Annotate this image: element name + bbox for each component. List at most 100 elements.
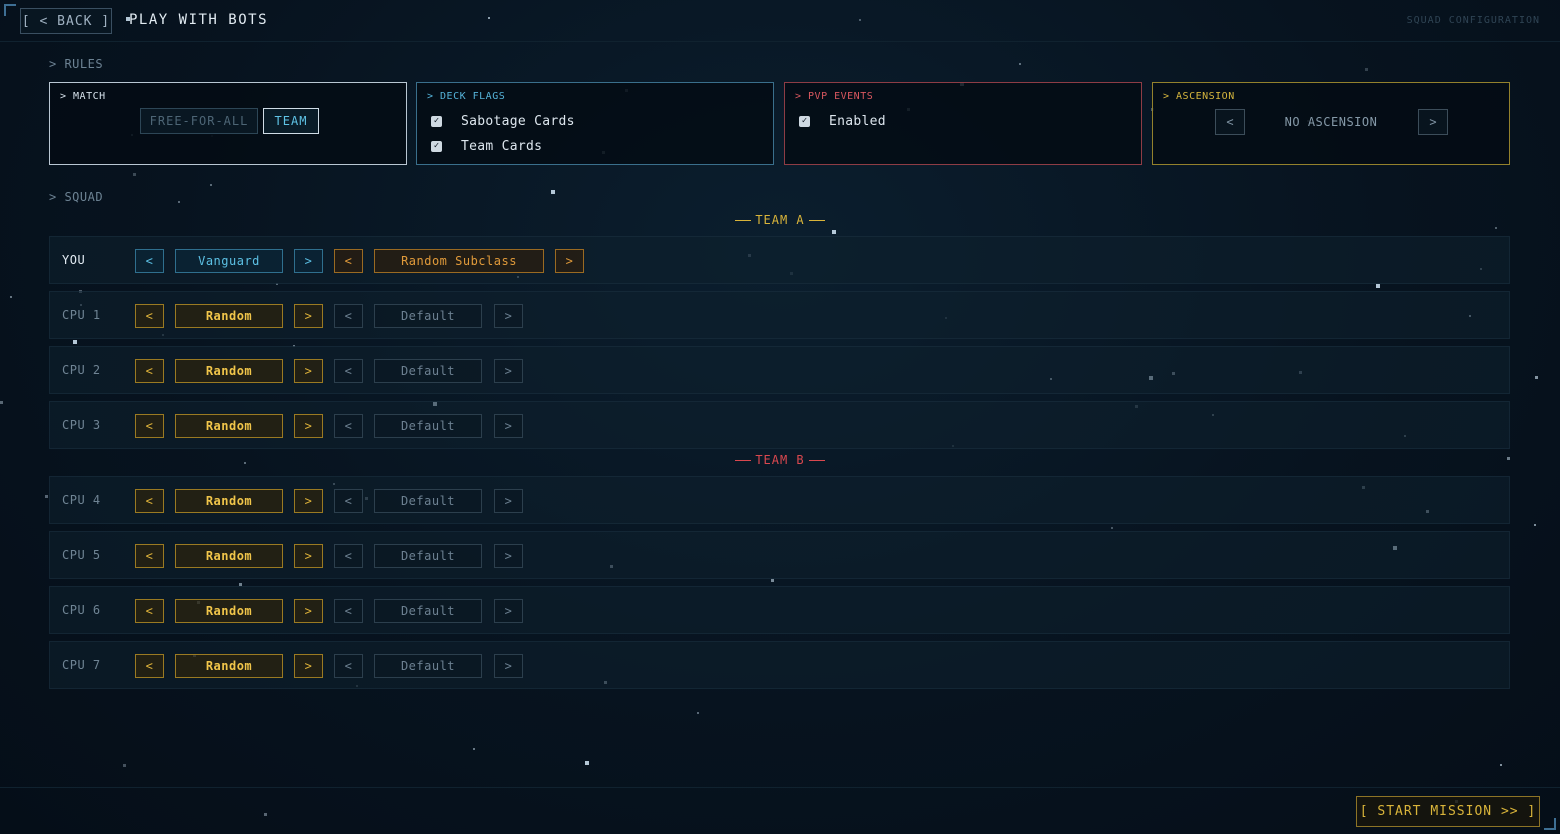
squad-row: CPU 5 < Random > < Default >	[49, 531, 1510, 579]
class-next-button[interactable]: >	[294, 414, 323, 438]
ascension-next-button[interactable]: >	[1418, 109, 1448, 135]
subclass-value: Default	[374, 654, 482, 678]
subclass-value: Default	[374, 544, 482, 568]
subclass-value: Default	[374, 599, 482, 623]
team-header-b: TEAM B	[0, 453, 1560, 467]
top-bar: [ < BACK ] PLAY WITH BOTS SQUAD CONFIGUR…	[0, 0, 1560, 42]
free-for-all-button[interactable]: FREE-FOR-ALL	[140, 108, 258, 134]
subclass-value: Default	[374, 359, 482, 383]
class-prev-button[interactable]: <	[135, 599, 164, 623]
star-dot	[832, 230, 836, 234]
subclass-next-button[interactable]: >	[555, 249, 584, 273]
class-prev-button[interactable]: <	[135, 544, 164, 568]
back-button[interactable]: [ < BACK ]	[20, 8, 112, 34]
player-label: CPU 6	[62, 603, 101, 617]
subclass-next-button[interactable]: >	[494, 359, 523, 383]
class-next-button[interactable]: >	[294, 249, 323, 273]
screen-caption: SQUAD CONFIGURATION	[1406, 15, 1540, 26]
star-dot	[551, 190, 555, 194]
pvp-events-panel-title: > PVP EVENTS	[795, 91, 874, 102]
class-value: Random	[175, 599, 283, 623]
subclass-prev-button[interactable]: <	[334, 414, 363, 438]
star-dot	[210, 184, 212, 186]
class-prev-button[interactable]: <	[135, 304, 164, 328]
team-mode-button[interactable]: TEAM	[263, 108, 319, 134]
class-value: Vanguard	[175, 249, 283, 273]
subclass-prev-button[interactable]: <	[334, 304, 363, 328]
star-dot	[1376, 284, 1380, 288]
squad-row: YOU < Vanguard > < Random Subclass >	[49, 236, 1510, 284]
subclass-prev-button[interactable]: <	[334, 489, 363, 513]
team-cards-label: Team Cards	[461, 138, 543, 154]
class-value: Random	[175, 304, 283, 328]
match-panel: > MATCH FREE-FOR-ALL TEAM	[49, 82, 407, 165]
subclass-value: Default	[374, 414, 482, 438]
pvp-enabled-toggle[interactable]: ✓ Enabled	[799, 112, 886, 130]
star-dot	[123, 764, 126, 767]
checkbox-checked-icon[interactable]: ✓	[431, 140, 442, 152]
subclass-prev-button[interactable]: <	[334, 599, 363, 623]
player-label: CPU 7	[62, 658, 101, 672]
sabotage-cards-toggle[interactable]: ✓ Sabotage Cards	[431, 112, 575, 130]
class-prev-button[interactable]: <	[135, 414, 164, 438]
class-prev-button[interactable]: <	[135, 489, 164, 513]
star-dot	[771, 579, 774, 582]
ascension-prev-button[interactable]: <	[1215, 109, 1245, 135]
class-value: Random	[175, 359, 283, 383]
subclass-next-button[interactable]: >	[494, 304, 523, 328]
ascension-panel-title: > ASCENSION	[1163, 91, 1235, 102]
star-dot	[1019, 63, 1021, 65]
squad-row: CPU 3 < Random > < Default >	[49, 401, 1510, 449]
squad-row: CPU 6 < Random > < Default >	[49, 586, 1510, 634]
star-dot	[697, 712, 699, 714]
player-label: CPU 2	[62, 363, 101, 377]
subclass-prev-button[interactable]: <	[334, 544, 363, 568]
squad-row: CPU 2 < Random > < Default >	[49, 346, 1510, 394]
class-next-button[interactable]: >	[294, 359, 323, 383]
checkbox-checked-icon[interactable]: ✓	[799, 115, 810, 127]
subclass-value: Random Subclass	[374, 249, 544, 273]
subclass-next-button[interactable]: >	[494, 414, 523, 438]
subclass-prev-button[interactable]: <	[334, 359, 363, 383]
class-prev-button[interactable]: <	[135, 654, 164, 678]
class-prev-button[interactable]: <	[135, 249, 164, 273]
class-next-button[interactable]: >	[294, 599, 323, 623]
class-next-button[interactable]: >	[294, 489, 323, 513]
subclass-next-button[interactable]: >	[494, 544, 523, 568]
subclass-next-button[interactable]: >	[494, 489, 523, 513]
star-dot	[1535, 376, 1538, 379]
class-value: Random	[175, 544, 283, 568]
player-label: CPU 4	[62, 493, 101, 507]
subclass-value: Default	[374, 304, 482, 328]
squad-row: CPU 1 < Random > < Default >	[49, 291, 1510, 339]
star-dot	[1500, 764, 1502, 766]
star-dot	[73, 340, 77, 344]
ascension-value: NO ASCENSION	[1284, 115, 1378, 129]
subclass-next-button[interactable]: >	[494, 599, 523, 623]
class-next-button[interactable]: >	[294, 304, 323, 328]
star-dot	[178, 201, 180, 203]
class-value: Random	[175, 489, 283, 513]
subclass-value: Default	[374, 489, 482, 513]
class-next-button[interactable]: >	[294, 654, 323, 678]
team-header-a: TEAM A	[0, 213, 1560, 227]
checkbox-checked-icon[interactable]: ✓	[431, 115, 442, 127]
star-dot	[1495, 227, 1497, 229]
bottom-bar: [ START MISSION >> ]	[0, 787, 1560, 834]
star-dot	[1365, 68, 1368, 71]
star-dot	[133, 173, 136, 176]
start-mission-button[interactable]: [ START MISSION >> ]	[1356, 796, 1540, 827]
star-dot	[473, 748, 475, 750]
class-next-button[interactable]: >	[294, 544, 323, 568]
star-dot	[1534, 524, 1536, 526]
class-prev-button[interactable]: <	[135, 359, 164, 383]
subclass-prev-button[interactable]: <	[334, 249, 363, 273]
rules-section-label: > RULES	[49, 57, 104, 71]
ascension-panel: > ASCENSION < NO ASCENSION >	[1152, 82, 1510, 165]
squad-row: CPU 7 < Random > < Default >	[49, 641, 1510, 689]
player-label: CPU 1	[62, 308, 101, 322]
team-cards-toggle[interactable]: ✓ Team Cards	[431, 137, 542, 155]
star-dot	[1111, 527, 1113, 529]
subclass-next-button[interactable]: >	[494, 654, 523, 678]
subclass-prev-button[interactable]: <	[334, 654, 363, 678]
